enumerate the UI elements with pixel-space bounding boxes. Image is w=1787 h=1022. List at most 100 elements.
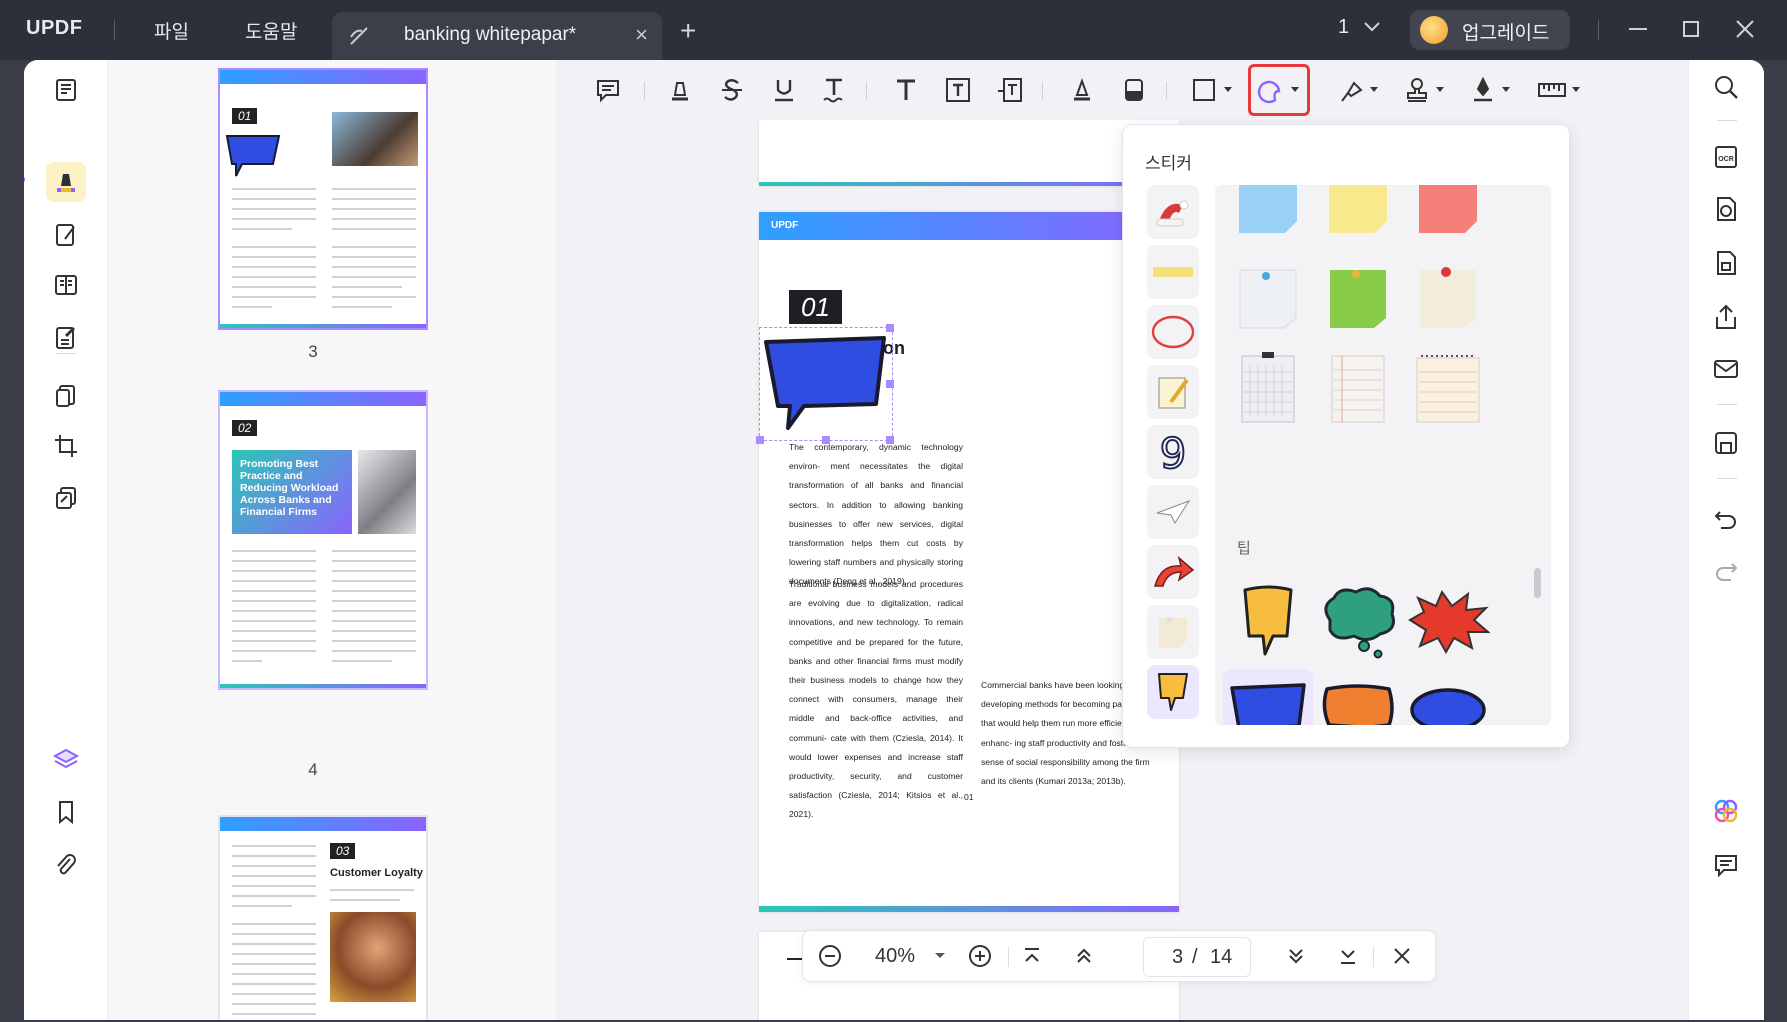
- form-mode-button[interactable]: [46, 318, 86, 358]
- convert-button[interactable]: [46, 376, 86, 416]
- page-count-dropdown[interactable]: 1: [1338, 16, 1381, 39]
- menu-help[interactable]: 도움말: [245, 17, 297, 44]
- category-speech-bubble[interactable]: [1147, 665, 1199, 719]
- eraser-tool[interactable]: [1114, 70, 1154, 110]
- sticker-white-note-pin[interactable]: [1223, 253, 1313, 343]
- previous-page: [759, 120, 1179, 186]
- organize-mode-button[interactable]: [46, 265, 86, 305]
- bookmark-button[interactable]: [46, 792, 86, 832]
- highlight-icon: [672, 82, 688, 101]
- shape-tool[interactable]: [1184, 70, 1244, 110]
- search-button[interactable]: [1711, 72, 1745, 106]
- callout-tool[interactable]: [990, 70, 1030, 110]
- resize-handle[interactable]: [756, 436, 764, 444]
- highlight-tool[interactable]: [660, 70, 700, 110]
- sticker-blue-rect-bubble[interactable]: [1223, 669, 1313, 725]
- category-arrow[interactable]: [1147, 545, 1199, 599]
- pin-tool[interactable]: [1330, 70, 1390, 110]
- app-logo[interactable]: UPDF: [26, 17, 82, 40]
- page-number-input[interactable]: 3 / 14: [1143, 937, 1251, 977]
- comment-mode-button[interactable]: [46, 162, 86, 202]
- sticker-lined-notepad[interactable]: [1313, 343, 1403, 433]
- zoom-dropdown-icon[interactable]: [925, 941, 955, 971]
- tab-close-icon[interactable]: ×: [635, 22, 648, 48]
- comment-tool[interactable]: [588, 70, 628, 110]
- signature-tool[interactable]: [1462, 70, 1522, 110]
- close-nav-icon[interactable]: [1387, 941, 1417, 971]
- squiggly-tool[interactable]: [814, 70, 854, 110]
- thumbnail-page-5[interactable]: 03 Customer Loyalty: [218, 815, 428, 1020]
- thumbnail-page-4[interactable]: 02 Promoting Best Practice and Reducing …: [218, 390, 428, 690]
- sticker-spiral-notepad[interactable]: [1403, 343, 1493, 433]
- menu-file[interactable]: 파일: [154, 17, 189, 44]
- right-tool-rail: OCR: [1688, 60, 1764, 1020]
- undo-button[interactable]: [1711, 504, 1745, 538]
- thumb-photo: [358, 450, 416, 534]
- sticker-grid: 팁: [1215, 185, 1551, 725]
- sticker-blue-oval-bubble[interactable]: [1403, 669, 1493, 725]
- sticker-yellow-bubble[interactable]: [1223, 577, 1313, 667]
- zoom-level[interactable]: 40%: [875, 945, 915, 968]
- stamp-tool[interactable]: [1396, 70, 1456, 110]
- sticker-blue-note[interactable]: [1223, 185, 1313, 245]
- new-tab-button[interactable]: +: [680, 15, 696, 47]
- category-notepad[interactable]: [1147, 365, 1199, 419]
- reader-mode-button[interactable]: [46, 70, 86, 110]
- document-tab[interactable]: banking whitepapar* ×: [332, 12, 662, 60]
- pencil-tool[interactable]: [1062, 70, 1102, 110]
- sticker-red-burst[interactable]: [1403, 577, 1493, 667]
- maximize-icon[interactable]: [1676, 14, 1706, 44]
- share-button[interactable]: [1711, 302, 1745, 336]
- placed-speech-bubble-sticker[interactable]: [762, 334, 888, 432]
- sticker-tool[interactable]: [1248, 64, 1310, 116]
- textbox-tool[interactable]: [938, 70, 978, 110]
- last-page-icon[interactable]: [1333, 941, 1363, 971]
- next-page-icon[interactable]: [1281, 941, 1311, 971]
- first-page-icon[interactable]: [1017, 941, 1047, 971]
- page-header-logo: UPDF: [771, 220, 799, 231]
- resize-handle[interactable]: [886, 324, 894, 332]
- sticker-orange-bubble[interactable]: [1313, 669, 1403, 725]
- sticker-yellow-note[interactable]: [1313, 185, 1403, 245]
- upgrade-button[interactable]: 업그레이드: [1410, 10, 1570, 50]
- convert-file-button[interactable]: [1711, 194, 1745, 228]
- category-sticky-note[interactable]: [1147, 605, 1199, 659]
- protect-file-button[interactable]: [1711, 248, 1745, 282]
- layers-button[interactable]: [46, 740, 86, 780]
- sticker-red-note[interactable]: [1403, 185, 1493, 245]
- zoom-out-icon[interactable]: [815, 941, 845, 971]
- sticker-green-note-pin[interactable]: [1313, 253, 1403, 343]
- sticker-selection-box[interactable]: [756, 324, 894, 444]
- sticker-teal-cloud-bubble[interactable]: [1313, 577, 1403, 667]
- underline-tool[interactable]: [764, 70, 804, 110]
- category-numbers[interactable]: 9: [1147, 425, 1199, 479]
- protect-button[interactable]: [46, 478, 86, 518]
- save-button[interactable]: [1711, 428, 1745, 462]
- category-circle[interactable]: [1147, 305, 1199, 359]
- zoom-in-icon[interactable]: [965, 941, 995, 971]
- measure-tool[interactable]: [1530, 70, 1590, 110]
- sticker-panel-scrollbar[interactable]: [1534, 568, 1541, 598]
- left-tool-rail: [24, 60, 108, 1020]
- category-tape[interactable]: [1147, 245, 1199, 299]
- ocr-button[interactable]: OCR: [1711, 142, 1745, 176]
- sticker-paper-note-pin[interactable]: [1403, 253, 1493, 343]
- resize-handle[interactable]: [886, 380, 894, 388]
- minimize-icon[interactable]: [1623, 14, 1653, 44]
- category-paper-plane[interactable]: [1147, 485, 1199, 539]
- email-button[interactable]: [1711, 354, 1745, 388]
- sticker-icon: [1257, 80, 1299, 104]
- attachment-button[interactable]: [46, 846, 86, 886]
- ai-assistant-button[interactable]: [1711, 796, 1745, 830]
- previous-page-icon[interactable]: [1069, 941, 1099, 971]
- strikethrough-tool[interactable]: [712, 70, 752, 110]
- category-santa-hat[interactable]: [1147, 185, 1199, 239]
- crop-button[interactable]: [46, 426, 86, 466]
- comments-list-button[interactable]: [1711, 850, 1745, 884]
- text-tool[interactable]: [886, 70, 926, 110]
- redo-button[interactable]: [1711, 556, 1745, 590]
- thumbnail-page-3[interactable]: 01: [218, 68, 428, 330]
- edit-mode-button[interactable]: [46, 215, 86, 255]
- close-window-icon[interactable]: [1730, 14, 1760, 44]
- sticker-grid-notepad[interactable]: [1223, 343, 1313, 433]
